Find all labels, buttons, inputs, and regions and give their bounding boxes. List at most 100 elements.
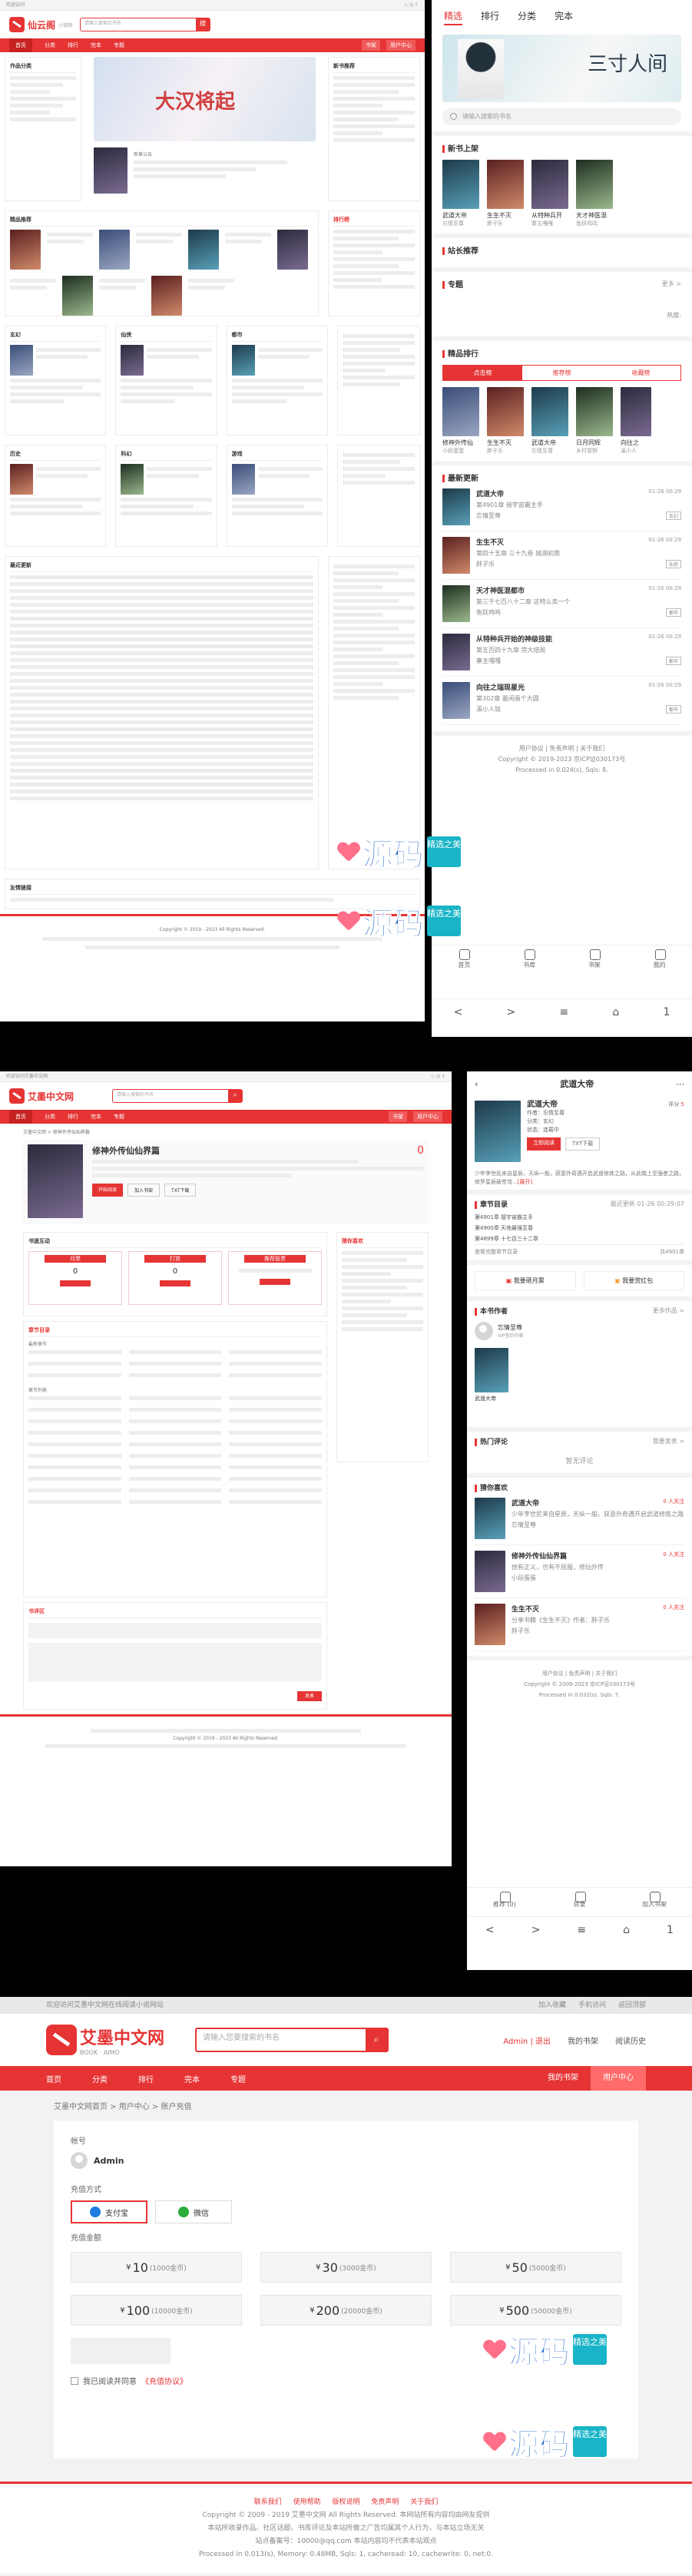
- amount-option[interactable]: ¥10 (1000金币): [71, 2252, 242, 2283]
- user-admin-logout[interactable]: Admin | 退出: [503, 2035, 551, 2046]
- tab-featured[interactable]: 精选: [444, 9, 463, 25]
- nav-topic[interactable]: 专题: [114, 41, 124, 49]
- nav-rank[interactable]: 排行: [138, 2073, 154, 2084]
- agreement-link[interactable]: 《充值协议》: [141, 2375, 187, 2386]
- post-comment-link[interactable]: 我要发表 >: [653, 1437, 684, 1445]
- nav-rank[interactable]: 排行: [68, 1113, 78, 1121]
- guess-item[interactable]: 武道大帝 0 人关注 少年李世民来自星辰，天纵一般，获意外奇遇开启武道修炼之路 忘情至…: [475, 1492, 684, 1545]
- hero-cover[interactable]: [94, 147, 127, 194]
- add-shelf-tab[interactable]: 加入书架: [617, 1888, 692, 1910]
- add-favorite-link[interactable]: 加入收藏: [538, 1997, 566, 2014]
- recommend-button[interactable]: [260, 1279, 290, 1285]
- rank-book[interactable]: 修神外传仙 小段蛋蛋: [442, 387, 482, 455]
- tab-rank[interactable]: 排行: [481, 9, 499, 25]
- footer-help[interactable]: 使用帮助: [293, 2498, 321, 2506]
- tabs-count-icon[interactable]: 1: [663, 1006, 670, 1018]
- latest-item[interactable]: 生生不灭 01-26 00:29 第四十五章 三十九卷 城湖初鼎 胖子乐 仙侠: [442, 531, 681, 580]
- home-icon[interactable]: ⌂: [612, 1006, 619, 1018]
- pay-alipay-option[interactable]: 支付宝: [71, 2200, 147, 2223]
- rank-tab-recommend[interactable]: 推荐榜: [522, 366, 601, 380]
- tab-category[interactable]: 分类: [518, 9, 536, 25]
- search-icon[interactable]: ⌕: [366, 2029, 388, 2051]
- recommend-tab[interactable]: 推荐 (0): [467, 1888, 542, 1910]
- rank-book[interactable]: 向往之 溪小人: [621, 387, 651, 455]
- read-history-link[interactable]: 阅读历史: [615, 2035, 646, 2046]
- detail-search-input[interactable]: 请输入搜索的书名: [113, 1090, 228, 1102]
- author-more-link[interactable]: 更多作品 >: [653, 1306, 684, 1315]
- nav-topic[interactable]: 专题: [230, 2073, 246, 2084]
- nav-user-center[interactable]: 用户中心: [591, 2066, 646, 2091]
- book-card[interactable]: 生生不灭 胖子乐: [487, 160, 524, 227]
- footer-disclaimer[interactable]: 免责声明: [371, 2498, 399, 2506]
- chapter-item[interactable]: 第4899章 十七百三十二章: [475, 1233, 684, 1244]
- intro-expand-link[interactable]: [展开]: [518, 1179, 532, 1185]
- account-logo[interactable]: 艾墨中文网 BOOK · AIMO: [46, 2025, 164, 2056]
- nav-finished[interactable]: 完本: [184, 2073, 200, 2084]
- nav-finished[interactable]: 完本: [91, 1113, 101, 1121]
- latest-item[interactable]: 向往之瑞现星光 01-26 00:29 第302章 墨闲画个大圆 溪小人铭 都市: [442, 677, 681, 725]
- comment-title-input[interactable]: [28, 1623, 322, 1638]
- menu-icon[interactable]: ≡: [559, 1006, 568, 1018]
- rank-book[interactable]: 生生不灭 胖子乐: [487, 387, 527, 455]
- rank-tab-click[interactable]: 点击榜: [443, 366, 522, 380]
- guess-item[interactable]: 修神外传仙仙界篇 0 人关注 他有正义，也有不屈服，修仙外传 小段蛋蛋: [475, 1545, 684, 1598]
- amount-option[interactable]: ¥500 (50000金币): [450, 2295, 621, 2326]
- add-shelf-button[interactable]: 加入书架: [127, 1184, 161, 1197]
- amount-option[interactable]: ¥50 (5000金币): [450, 2252, 621, 2283]
- amount-option[interactable]: ¥100 (10000金币): [71, 2295, 242, 2326]
- nav-home[interactable]: 首页: [46, 2073, 61, 2084]
- search-icon[interactable]: ⌕: [228, 1090, 243, 1102]
- home-icon[interactable]: ⌂: [623, 1924, 630, 1936]
- detail-logo[interactable]: 艾墨中文网: [9, 1088, 74, 1104]
- read-now-button[interactable]: 立即阅读: [527, 1137, 561, 1151]
- author-book-cover[interactable]: [475, 1348, 508, 1392]
- nav-user-center[interactable]: 用户中心: [413, 1111, 442, 1122]
- rank-book[interactable]: 武道大帝 忘情至尊: [531, 387, 571, 455]
- catalog-tab[interactable]: 目录: [542, 1888, 618, 1910]
- rank-book[interactable]: 日月同辉 乡村冒野: [576, 387, 616, 455]
- latest-item[interactable]: 从特种兵开始的神级技能 01-26 00:29 第五百四十九章 完大结局 寨主嘎嘎 都市: [442, 628, 681, 677]
- view-all-chapters-link[interactable]: 查看完整章节目录: [475, 1248, 518, 1256]
- account-search-input[interactable]: 请输入您要搜索的书名: [197, 2029, 366, 2051]
- nav-home[interactable]: 首页: [9, 38, 32, 52]
- site-logo[interactable]: 仙云阁 小说网: [9, 17, 72, 32]
- topic-more-link[interactable]: 更多 >: [662, 280, 681, 288]
- read-button[interactable]: 开始阅读: [92, 1184, 124, 1197]
- back-icon[interactable]: ‹: [475, 1079, 478, 1089]
- mobile-banner[interactable]: 三寸人间: [442, 35, 681, 102]
- forward-icon[interactable]: >: [531, 1924, 541, 1936]
- nav-user-center[interactable]: 用户中心: [386, 40, 416, 51]
- tab-finished[interactable]: 完本: [555, 9, 573, 25]
- amount-option[interactable]: ¥200 (20000金币): [260, 2295, 432, 2326]
- amount-option[interactable]: ¥30 (3000金币): [260, 2252, 432, 2283]
- footer-copyright-note[interactable]: 版权说明: [332, 2498, 359, 2506]
- more-icon[interactable]: ⋯: [676, 1079, 684, 1089]
- nav-my-shelf[interactable]: 我的书架: [535, 2066, 591, 2091]
- book-card[interactable]: 武道大帝 忘情至尊: [442, 160, 479, 227]
- txt-download-button[interactable]: TXT下载: [164, 1184, 197, 1197]
- tabs-count-icon[interactable]: 1: [667, 1924, 674, 1936]
- reward-button[interactable]: [160, 1280, 190, 1286]
- nav-category[interactable]: 分类: [45, 41, 55, 49]
- nav-category[interactable]: 分类: [45, 1113, 55, 1121]
- nav-home[interactable]: 首页: [9, 1110, 32, 1124]
- footer-about[interactable]: 关于我们: [410, 2498, 438, 2506]
- book-card[interactable]: 天才神医混 鱼跃鸡鸣: [576, 160, 613, 227]
- back-icon[interactable]: <: [485, 1924, 495, 1936]
- book-card[interactable]: 从特种兵开 寨主嘎嘎: [531, 160, 568, 227]
- chapter-item[interactable]: 第4901章 接宇宙霸主手: [475, 1212, 684, 1223]
- comment-textarea[interactable]: [28, 1643, 322, 1681]
- red-packet-button[interactable]: ▣ 我要赏红包: [583, 1271, 684, 1290]
- topbar-links[interactable]: ☆ ◷ ⇪: [404, 0, 419, 10]
- nav-bookshelf[interactable]: 书架: [362, 40, 380, 51]
- menu-icon[interactable]: ≡: [577, 1924, 586, 1936]
- latest-item[interactable]: 武道大帝 01-26 00:29 第4901章 接宇宙霸主手 忘情至尊 玄幻: [442, 483, 681, 531]
- chapter-item[interactable]: 第4900章 天地最强至尊: [475, 1223, 684, 1233]
- search-button[interactable]: 搜: [196, 18, 210, 31]
- mobile-search-input[interactable]: 请输入搜索的书名: [442, 108, 681, 125]
- search-input[interactable]: 请输入搜索的书名: [81, 18, 196, 31]
- nav-bookshelf[interactable]: 书架: [389, 1111, 407, 1122]
- back-top-link[interactable]: 返回顶部: [618, 1997, 646, 2014]
- footer-links[interactable]: 用户协议 | 免责声明 | 关于我们: [467, 1668, 692, 1679]
- custom-amount-input[interactable]: [71, 2338, 171, 2364]
